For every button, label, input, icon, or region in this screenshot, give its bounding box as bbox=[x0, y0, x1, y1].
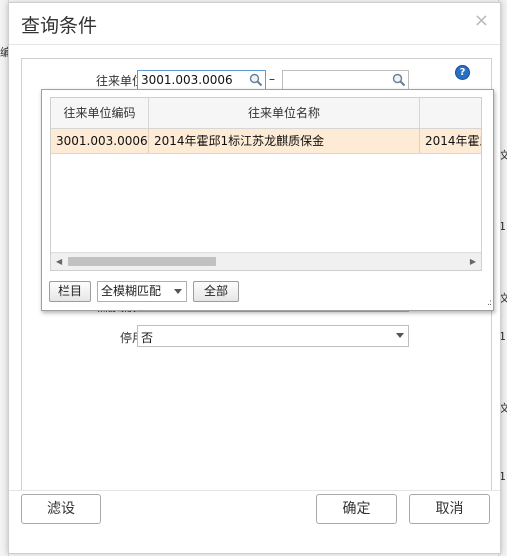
ok-button[interactable]: 确定 bbox=[316, 494, 397, 524]
help-icon[interactable]: ? bbox=[455, 65, 470, 80]
resize-grip-icon[interactable]: .: bbox=[487, 298, 492, 308]
table-row[interactable]: 3001.003.0006 2014年霍邱1标江苏龙麒质保金 2014年霍邱 bbox=[51, 129, 481, 154]
header-divider bbox=[9, 44, 500, 45]
column-header-name[interactable]: 往来单位名称 bbox=[149, 98, 420, 128]
search-icon[interactable] bbox=[249, 73, 263, 87]
match-mode-value: 全模糊匹配 bbox=[101, 284, 162, 298]
horizontal-scrollbar[interactable]: ◀ ▶ bbox=[51, 252, 481, 270]
lookup-grid: 往来单位编码 往来单位名称 3001.003.0006 2014年霍邱1标江苏龙… bbox=[50, 97, 482, 271]
lookup-dropdown: 往来单位编码 往来单位名称 3001.003.0006 2014年霍邱1标江苏龙… bbox=[41, 89, 494, 311]
cell-name: 2014年霍邱1标江苏龙麒质保金 bbox=[149, 129, 420, 153]
wanglai-from-input[interactable]: 3001.003.0006 bbox=[137, 70, 266, 90]
wanglai-label: 往来单位 bbox=[95, 74, 144, 88]
cell-code: 3001.003.0006 bbox=[51, 129, 149, 153]
disabled-label: 停用 bbox=[119, 331, 144, 345]
range-separator: – bbox=[269, 72, 275, 86]
wanglai-to-input[interactable] bbox=[282, 70, 409, 90]
scroll-left-icon[interactable]: ◀ bbox=[56, 257, 62, 266]
disabled-select[interactable]: 否 bbox=[137, 325, 409, 347]
close-icon[interactable]: × bbox=[474, 10, 489, 31]
match-mode-select[interactable]: 全模糊匹配 bbox=[97, 281, 187, 302]
footer-divider bbox=[9, 490, 500, 491]
search-icon[interactable] bbox=[392, 73, 406, 87]
chevron-down-icon bbox=[174, 289, 182, 294]
grid-header: 往来单位编码 往来单位名称 bbox=[51, 98, 481, 129]
disabled-value: 否 bbox=[141, 331, 154, 345]
filter-button[interactable]: 滤设 bbox=[21, 494, 101, 524]
wanglai-from-value: 3001.003.0006 bbox=[141, 73, 233, 87]
cell-extra: 2014年霍邱 bbox=[425, 134, 481, 148]
scrollbar-thumb[interactable] bbox=[68, 257, 216, 266]
dialog-title: 查询条件 bbox=[21, 15, 98, 37]
scroll-right-icon[interactable]: ▶ bbox=[470, 257, 476, 266]
all-button[interactable]: 全部 bbox=[193, 281, 239, 302]
cancel-button[interactable]: 取消 bbox=[409, 494, 490, 524]
columns-button[interactable]: 栏目 bbox=[49, 281, 91, 302]
chevron-down-icon bbox=[396, 333, 404, 338]
column-header-extra[interactable] bbox=[420, 98, 481, 128]
column-header-code[interactable]: 往来单位编码 bbox=[51, 98, 149, 128]
